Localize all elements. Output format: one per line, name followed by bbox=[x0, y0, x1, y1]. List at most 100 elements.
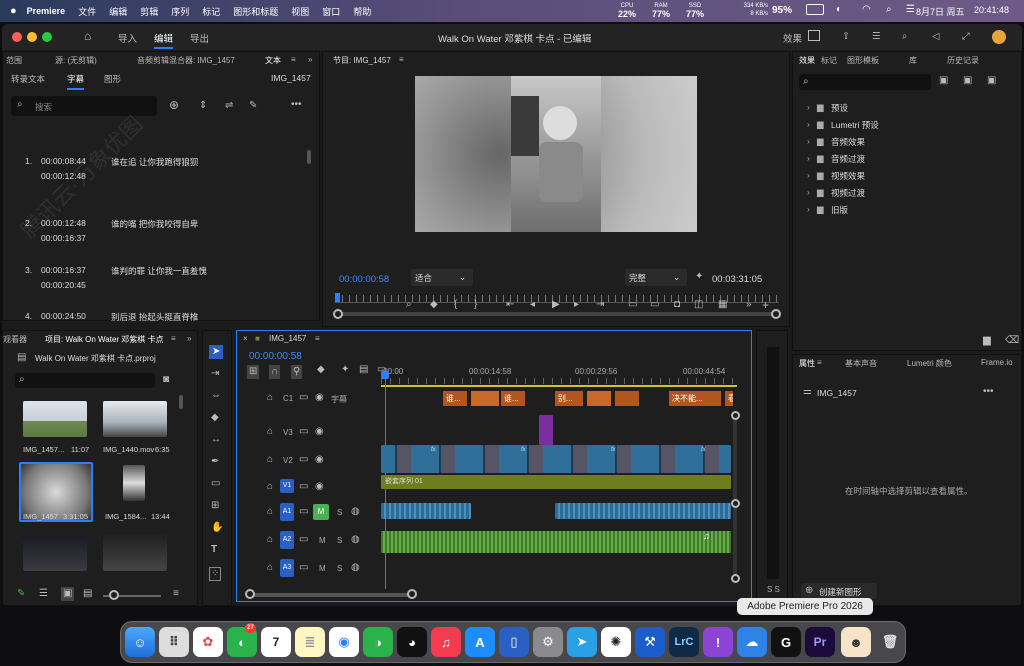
telegram-icon[interactable]: ➤ bbox=[567, 627, 597, 657]
finder-icon[interactable]: ☺ bbox=[125, 627, 155, 657]
solo-button[interactable]: S bbox=[337, 508, 342, 517]
minimize-window-icon[interactable] bbox=[27, 32, 37, 42]
expand-icon[interactable]: » bbox=[187, 334, 191, 343]
vscroll-mid-handle[interactable] bbox=[731, 499, 740, 508]
menu-sequence[interactable]: 序列 bbox=[171, 5, 189, 18]
caption-clip[interactable] bbox=[587, 391, 611, 406]
wifi-icon[interactable]: ◠ bbox=[862, 4, 871, 15]
tab-libraries[interactable]: 库 bbox=[909, 55, 917, 66]
timeline-ruler[interactable]: :00:00 00:00:14:58 00:00:29:56 00:00:44:… bbox=[381, 367, 737, 389]
lightroom-classic-icon[interactable]: LrC bbox=[669, 627, 699, 657]
menu-help[interactable]: 帮助 bbox=[353, 5, 371, 18]
fullscreen-icon[interactable]: ⤢ bbox=[962, 31, 970, 42]
sort-icon[interactable]: ≡ bbox=[173, 589, 179, 599]
launchpad-icon[interactable]: ⠿ bbox=[159, 627, 189, 657]
sync-lock-icon[interactable]: ▭ bbox=[299, 535, 308, 545]
a1-audio-clip[interactable] bbox=[381, 503, 471, 519]
go-to-out-icon[interactable]: ⇥ bbox=[596, 300, 604, 310]
vscroll-top-handle[interactable] bbox=[731, 411, 740, 420]
lock-icon[interactable]: ⌂ bbox=[267, 563, 273, 573]
mic-icon[interactable]: ◍ bbox=[351, 563, 360, 573]
menubar-time[interactable]: 20:41:48 bbox=[974, 5, 1009, 15]
spotlight-icon[interactable]: ⌕ bbox=[886, 4, 892, 15]
mic-icon[interactable]: ◍ bbox=[351, 507, 360, 517]
eye-icon[interactable]: ◉ bbox=[315, 455, 324, 465]
qq-icon[interactable]: ◕ bbox=[397, 627, 427, 657]
program-playhead[interactable] bbox=[335, 293, 340, 302]
wrench-icon[interactable]: ✦ bbox=[695, 272, 703, 282]
tab-graphic-templates[interactable]: 图形模板 bbox=[847, 55, 879, 66]
icon-view-icon[interactable]: ▣ bbox=[61, 587, 75, 601]
lock-icon[interactable]: ⌂ bbox=[267, 455, 273, 465]
share-icon[interactable]: ⇪ bbox=[842, 31, 850, 42]
a3-target[interactable]: A3 bbox=[280, 559, 294, 577]
motion-tool-icon[interactable]: ⁘ bbox=[209, 567, 222, 581]
photos-icon[interactable]: ✿ bbox=[193, 627, 223, 657]
menu-app-name[interactable]: Premiere bbox=[27, 6, 66, 16]
compare-icon[interactable]: ◫ bbox=[694, 300, 703, 310]
playhead-handle[interactable] bbox=[381, 371, 389, 379]
create-graphic-button[interactable]: ⊕ 创建新图形 bbox=[801, 583, 877, 599]
caption-clip[interactable]: 决不能... bbox=[669, 391, 721, 406]
chatgpt-icon[interactable]: ✺ bbox=[601, 627, 631, 657]
zoom-window-icon[interactable] bbox=[42, 32, 52, 42]
tab-history[interactable]: 历史记录 bbox=[947, 55, 979, 66]
avatar-app-icon[interactable]: ☻ bbox=[841, 627, 871, 657]
new-bin-icon[interactable]: ▆ bbox=[983, 336, 991, 346]
control-icon[interactable]: ◐ bbox=[836, 4, 842, 15]
notes-icon[interactable]: ≣ bbox=[295, 627, 325, 657]
list-view-icon[interactable]: ☰ bbox=[39, 589, 48, 599]
caption-clip[interactable] bbox=[615, 391, 639, 406]
hscroll-left-handle[interactable] bbox=[245, 589, 255, 599]
search-input[interactable]: ⌕ 搜索 bbox=[11, 96, 157, 116]
left-crumb[interactable]: 范围 bbox=[6, 55, 22, 66]
thumb-clip-5[interactable] bbox=[23, 535, 87, 571]
premiere-pro-icon[interactable]: Pr bbox=[805, 627, 835, 657]
menu-view[interactable]: 视图 bbox=[291, 5, 309, 18]
menubar-date[interactable]: 8月7日 周五 bbox=[916, 5, 965, 18]
lift-icon[interactable]: ▭ bbox=[628, 300, 637, 310]
play-icon[interactable]: ▶ bbox=[552, 300, 560, 310]
lock-icon[interactable]: ⌂ bbox=[267, 535, 273, 545]
hscroll-right-handle[interactable] bbox=[407, 589, 417, 599]
thumb-img1440[interactable] bbox=[103, 401, 167, 437]
quality-select[interactable]: 完整 ⌄ bbox=[625, 269, 687, 286]
battery-percent[interactable]: 95% bbox=[772, 5, 792, 16]
avatar[interactable] bbox=[992, 30, 1006, 44]
caption-clip[interactable]: 谁... bbox=[501, 391, 525, 406]
safe-margins-icon[interactable]: ▦ bbox=[718, 300, 727, 310]
thumb-size-handle[interactable] bbox=[109, 590, 119, 600]
sync-lock-icon[interactable]: ▭ bbox=[299, 482, 308, 492]
caption-clip[interactable]: 别... bbox=[555, 391, 583, 406]
tab-essential-sound[interactable]: 基本声音 bbox=[845, 358, 877, 369]
effects-workspace[interactable]: 效果 bbox=[783, 31, 802, 45]
volume-icon[interactable]: ◁ bbox=[932, 31, 939, 42]
menu-file[interactable]: 文件 bbox=[78, 5, 96, 18]
tab-lumetri[interactable]: Lumetri 颜色 bbox=[907, 358, 952, 369]
a2-music-clip[interactable] bbox=[381, 531, 731, 553]
panel-layout-icon[interactable] bbox=[808, 30, 820, 41]
menu-window[interactable]: 窗口 bbox=[322, 5, 340, 18]
trash-icon[interactable]: ⌫ bbox=[1005, 336, 1019, 346]
project-search-input[interactable]: ⌕ bbox=[15, 373, 155, 388]
v1-target[interactable]: V1 bbox=[280, 479, 294, 493]
yuv-icon[interactable]: ▣ bbox=[987, 76, 996, 86]
caption-track-icon[interactable]: ▤ bbox=[359, 365, 368, 375]
tab-properties[interactable]: 属性 bbox=[799, 358, 815, 369]
video-frame[interactable] bbox=[415, 76, 697, 232]
tab-effects[interactable]: 效果 bbox=[799, 55, 815, 66]
properties-menu-icon[interactable]: ≡ bbox=[817, 358, 822, 367]
calendar-icon[interactable]: 7 bbox=[261, 627, 291, 657]
ram-stat[interactable]: RAM 77% bbox=[652, 2, 670, 19]
timeline-settings-icon[interactable]: ✦ bbox=[341, 365, 349, 375]
type-tool-icon[interactable]: T bbox=[211, 545, 217, 555]
linked-selection-icon[interactable]: ⚲ bbox=[291, 365, 303, 379]
sequence-tab[interactable]: IMG_1457 bbox=[269, 334, 306, 343]
menu-edit[interactable]: 编辑 bbox=[109, 5, 127, 18]
v2-clips[interactable]: fx fx fx fx bbox=[381, 445, 731, 473]
tab-graphics[interactable]: 图形 bbox=[104, 73, 121, 85]
32bit-icon[interactable]: ▣ bbox=[963, 76, 972, 86]
ssd-stat[interactable]: SSD 77% bbox=[686, 2, 704, 19]
step-back-icon[interactable]: ◂ bbox=[530, 300, 535, 310]
timeline-vertical-scrollbar[interactable] bbox=[733, 417, 737, 577]
